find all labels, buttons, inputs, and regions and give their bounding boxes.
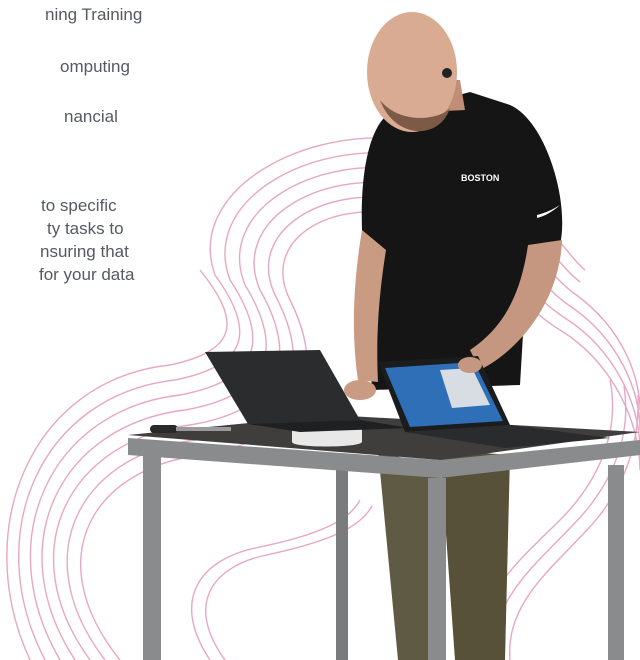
table-leg-front-middle <box>428 478 446 660</box>
shirt <box>361 92 563 390</box>
photo-scene: BOSTON <box>6 12 640 660</box>
right-hand <box>458 357 482 373</box>
standing-table <box>128 415 640 660</box>
person-figure: BOSTON <box>353 12 563 660</box>
table-leg-front-left <box>143 455 161 660</box>
shirt-logo: BOSTON <box>461 173 499 183</box>
left-hand <box>344 380 376 400</box>
table-leg-front-right <box>608 465 624 660</box>
table-leg-back <box>336 470 348 660</box>
earbud-icon <box>442 68 452 78</box>
right-leg <box>440 450 510 660</box>
laptop-dark-lid <box>205 350 360 424</box>
